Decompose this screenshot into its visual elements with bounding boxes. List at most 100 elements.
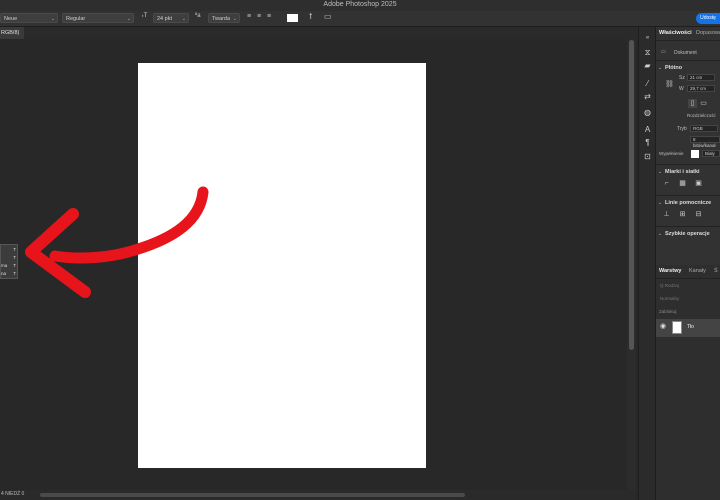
vertical-scroll-thumb[interactable]	[629, 40, 634, 350]
blend-mode-select[interactable]: Normalny	[660, 296, 679, 301]
fill-color-swatch[interactable]	[691, 150, 699, 158]
align-right-icon[interactable]: ≡	[267, 11, 271, 22]
layer-thumbnail	[672, 321, 682, 334]
options-bar: Neue ⌄ Regular ⌄ ₜT 24 pkt ⌄ ªa Twarda ⌄…	[0, 11, 720, 27]
tab-divider	[656, 40, 720, 41]
type-icon: T	[13, 255, 16, 260]
layer-name: Tło	[687, 324, 694, 330]
text-color-swatch[interactable]	[287, 14, 298, 22]
warp-text-icon[interactable]: ꝉ	[309, 11, 312, 22]
height-label: W	[679, 86, 684, 92]
character-panel-icon[interactable]: ▭	[324, 11, 332, 22]
character-icon[interactable]: A	[642, 124, 653, 135]
tab-layers[interactable]: Warstwy	[659, 265, 681, 278]
anti-alias-icon: ªa	[195, 13, 201, 19]
section-divider	[656, 164, 720, 165]
font-size-icon: ₜT	[142, 13, 148, 19]
guides-section-heading: Linie pomocnicze	[665, 200, 712, 206]
popup-row[interactable]: na T	[1, 270, 18, 278]
width-label: Sz	[679, 75, 685, 81]
chevron-down-icon: ⌄	[232, 16, 237, 22]
document-tab-bar: RGB/8)	[0, 27, 638, 39]
popup-row[interactable]: ma T	[1, 262, 18, 270]
tab-properties[interactable]: Właściwości	[659, 27, 692, 40]
history-icon[interactable]: ⧖	[642, 47, 653, 58]
status-text: 4 NIEDŹ 0	[1, 491, 25, 497]
guide-distribute-icon[interactable]: ⊞	[678, 210, 687, 219]
type-icon: T	[13, 263, 16, 268]
grid-icon[interactable]: ▦	[678, 179, 687, 188]
document-tab[interactable]: RGB/8)	[0, 27, 24, 39]
chevron-down-icon[interactable]: ⌄	[658, 231, 662, 237]
eye-icon[interactable]: ◉	[660, 322, 666, 330]
red-arrow-annotation	[25, 186, 209, 298]
bit-depth-select[interactable]: 8 bitów/kanał	[690, 136, 720, 148]
font-style-value: Regular	[66, 16, 86, 22]
layer-row[interactable]: ◉ Tło	[656, 319, 720, 337]
lock-label: Zablokuj:	[659, 309, 678, 314]
chevron-down-icon[interactable]: ⌄	[658, 65, 662, 71]
canvas-section-heading: Płótno	[665, 65, 683, 71]
width-field[interactable]: 21 cm	[687, 74, 715, 81]
guides-box-icon[interactable]: ▣	[694, 179, 703, 188]
resolution-label: Rozdzielczość	[687, 113, 716, 118]
layers-panel: Warstwy Kanały Ś Q Rodzaj Normalny Zablo…	[656, 265, 720, 500]
tab-divider	[656, 278, 720, 279]
brush-icon[interactable]: ⁄	[642, 78, 653, 89]
font-style-select[interactable]: Regular ⌄	[62, 13, 134, 23]
mode-select[interactable]: RGB	[690, 125, 718, 132]
glyphs-icon[interactable]: ⊡	[642, 151, 653, 162]
section-divider	[656, 195, 720, 196]
link-icon[interactable]: ⛓	[665, 80, 674, 88]
collapse-panels-icon[interactable]: «	[642, 33, 653, 44]
align-left-icon[interactable]: ≡	[247, 11, 251, 22]
anti-alias-select[interactable]: Twarda ⌄	[208, 13, 240, 23]
window-title: Adobe Photoshop 2025	[323, 1, 397, 8]
adjustments-icon[interactable]: ⇄	[642, 91, 653, 102]
popup-row[interactable]: T	[1, 254, 18, 262]
fill-label: Wypełnienie	[659, 151, 684, 156]
chevron-down-icon[interactable]: ⌄	[658, 169, 662, 175]
section-divider	[656, 226, 720, 227]
share-button[interactable]: Udostę	[696, 13, 720, 24]
type-icon: T	[13, 247, 16, 252]
guide-clear-icon[interactable]: ⊟	[694, 210, 703, 219]
paragraph-icon[interactable]: ¶	[642, 137, 653, 148]
quick-actions-heading: Szybkie operacje	[665, 231, 710, 237]
font-family-value: Neue	[4, 16, 18, 22]
title-bar: Adobe Photoshop 2025	[0, 0, 720, 11]
arrow-shaft	[49, 186, 209, 264]
document-icon: ▭	[661, 49, 666, 55]
swatches-icon[interactable]: ◍	[642, 107, 653, 118]
font-size-value: 24 pkt	[157, 16, 172, 22]
horizontal-scrollbar[interactable]	[40, 493, 465, 497]
font-size-select[interactable]: 24 pkt ⌄	[153, 13, 189, 23]
tab-paths[interactable]: Ś	[714, 265, 718, 278]
font-family-select[interactable]: Neue ⌄	[0, 13, 58, 23]
tab-adjustments[interactable]: Dopasowa	[696, 27, 720, 40]
anti-alias-value: Twarda	[212, 16, 231, 22]
align-center-icon[interactable]: ≡	[257, 11, 261, 22]
popup-row-label: ma	[1, 263, 8, 268]
landscape-orientation-icon[interactable]: ▭	[699, 99, 708, 108]
tab-channels[interactable]: Kanały	[689, 265, 706, 278]
rulers-icon[interactable]: ⌐	[662, 179, 671, 188]
chevron-down-icon: ⌄	[50, 16, 55, 22]
guide-layout-icon[interactable]: ⊥	[662, 210, 671, 219]
chevron-down-icon[interactable]: ⌄	[658, 200, 662, 206]
portrait-orientation-icon[interactable]: ▯	[688, 99, 697, 108]
layer-filter-input[interactable]: Q Rodzaj	[660, 283, 679, 288]
document-label: Dokument	[674, 50, 697, 56]
mode-label: Tryb	[677, 126, 687, 132]
fill-select[interactable]: Biały	[702, 150, 720, 157]
height-field[interactable]: 29,7 cm	[687, 85, 715, 92]
popup-row[interactable]: T	[1, 246, 18, 254]
section-divider	[656, 60, 720, 61]
panel-tool-strip: « ⧖ ▰ ⁄ ⇄ ◍ A ¶ ⊡	[638, 27, 656, 500]
type-icon: T	[13, 271, 16, 276]
popup-row-label: na	[1, 271, 7, 276]
chevron-down-icon: ⌄	[126, 16, 131, 22]
rulers-section-heading: Miarki i siatki	[665, 169, 700, 175]
chevron-down-icon: ⌄	[181, 16, 186, 22]
comments-icon[interactable]: ▰	[642, 60, 653, 71]
